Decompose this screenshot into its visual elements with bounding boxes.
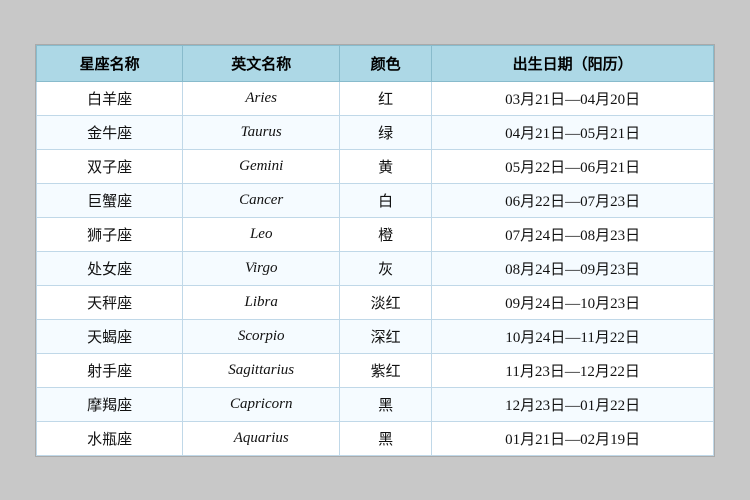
cell-zh-name: 射手座 <box>37 353 183 387</box>
cell-zh-name: 水瓶座 <box>37 421 183 455</box>
cell-color: 绿 <box>340 115 432 149</box>
cell-en-name: Cancer <box>183 183 340 217</box>
cell-color: 白 <box>340 183 432 217</box>
cell-dates: 12月23日—01月22日 <box>432 387 714 421</box>
cell-zh-name: 狮子座 <box>37 217 183 251</box>
header-en-name: 英文名称 <box>183 45 340 81</box>
cell-zh-name: 巨蟹座 <box>37 183 183 217</box>
table-row: 金牛座Taurus绿04月21日—05月21日 <box>37 115 714 149</box>
cell-dates: 03月21日—04月20日 <box>432 81 714 115</box>
cell-dates: 05月22日—06月21日 <box>432 149 714 183</box>
cell-zh-name: 白羊座 <box>37 81 183 115</box>
cell-dates: 06月22日—07月23日 <box>432 183 714 217</box>
table-row: 双子座Gemini黄05月22日—06月21日 <box>37 149 714 183</box>
cell-zh-name: 金牛座 <box>37 115 183 149</box>
cell-dates: 07月24日—08月23日 <box>432 217 714 251</box>
header-color: 颜色 <box>340 45 432 81</box>
cell-dates: 01月21日—02月19日 <box>432 421 714 455</box>
cell-color: 紫红 <box>340 353 432 387</box>
table-row: 狮子座Leo橙07月24日—08月23日 <box>37 217 714 251</box>
cell-color: 灰 <box>340 251 432 285</box>
cell-en-name: Gemini <box>183 149 340 183</box>
table-row: 处女座Virgo灰08月24日—09月23日 <box>37 251 714 285</box>
cell-dates: 09月24日—10月23日 <box>432 285 714 319</box>
cell-zh-name: 天秤座 <box>37 285 183 319</box>
table-body: 白羊座Aries红03月21日—04月20日金牛座Taurus绿04月21日—0… <box>37 81 714 455</box>
cell-color: 黑 <box>340 421 432 455</box>
cell-zh-name: 摩羯座 <box>37 387 183 421</box>
cell-en-name: Sagittarius <box>183 353 340 387</box>
cell-dates: 04月21日—05月21日 <box>432 115 714 149</box>
cell-en-name: Taurus <box>183 115 340 149</box>
cell-color: 黄 <box>340 149 432 183</box>
cell-en-name: Scorpio <box>183 319 340 353</box>
cell-dates: 08月24日—09月23日 <box>432 251 714 285</box>
zodiac-table: 星座名称 英文名称 颜色 出生日期（阳历） 白羊座Aries红03月21日—04… <box>36 45 714 456</box>
cell-en-name: Virgo <box>183 251 340 285</box>
cell-color: 黑 <box>340 387 432 421</box>
cell-en-name: Libra <box>183 285 340 319</box>
table-row: 射手座Sagittarius紫红11月23日—12月22日 <box>37 353 714 387</box>
table-row: 水瓶座Aquarius黑01月21日—02月19日 <box>37 421 714 455</box>
header-zh-name: 星座名称 <box>37 45 183 81</box>
table-row: 摩羯座Capricorn黑12月23日—01月22日 <box>37 387 714 421</box>
cell-color: 淡红 <box>340 285 432 319</box>
cell-zh-name: 双子座 <box>37 149 183 183</box>
cell-zh-name: 处女座 <box>37 251 183 285</box>
table-header-row: 星座名称 英文名称 颜色 出生日期（阳历） <box>37 45 714 81</box>
table-row: 天蝎座Scorpio深红10月24日—11月22日 <box>37 319 714 353</box>
cell-en-name: Aquarius <box>183 421 340 455</box>
cell-color: 深红 <box>340 319 432 353</box>
table-row: 天秤座Libra淡红09月24日—10月23日 <box>37 285 714 319</box>
cell-dates: 11月23日—12月22日 <box>432 353 714 387</box>
cell-color: 红 <box>340 81 432 115</box>
cell-dates: 10月24日—11月22日 <box>432 319 714 353</box>
table-row: 白羊座Aries红03月21日—04月20日 <box>37 81 714 115</box>
cell-en-name: Leo <box>183 217 340 251</box>
zodiac-table-container: 星座名称 英文名称 颜色 出生日期（阳历） 白羊座Aries红03月21日—04… <box>35 44 715 457</box>
cell-zh-name: 天蝎座 <box>37 319 183 353</box>
cell-color: 橙 <box>340 217 432 251</box>
table-row: 巨蟹座Cancer白06月22日—07月23日 <box>37 183 714 217</box>
cell-en-name: Aries <box>183 81 340 115</box>
header-dates: 出生日期（阳历） <box>432 45 714 81</box>
cell-en-name: Capricorn <box>183 387 340 421</box>
